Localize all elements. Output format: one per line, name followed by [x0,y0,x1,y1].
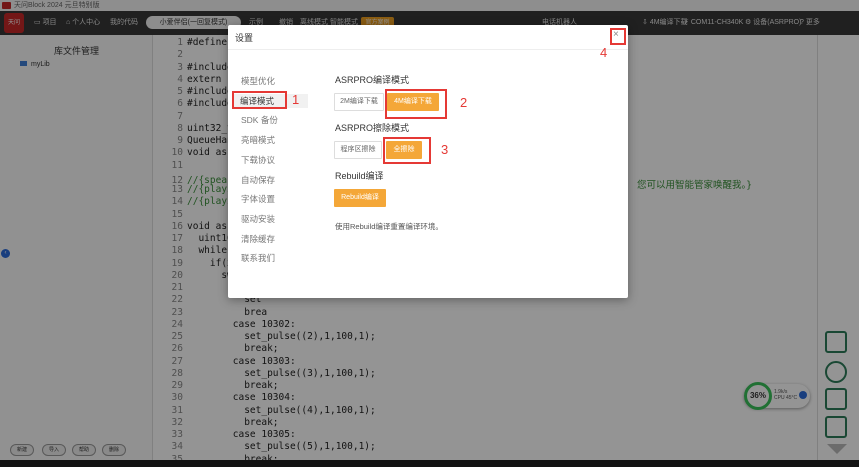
annotation-1: 1 [292,92,300,107]
compile-mode-title: ASRPRO编译模式 [335,75,410,85]
nav-sdk-backup[interactable]: SDK 备份 [241,113,278,127]
nav-model-optimize[interactable]: 模型优化 [241,74,275,88]
nav-theme-mode[interactable]: 亮暗模式 [241,133,275,147]
compile-2m-button[interactable]: 2M编译下载 [334,93,384,111]
nav-highlight-box [232,91,287,109]
nav-download-protocol[interactable]: 下载协议 [241,153,275,167]
compile-highlight-box [385,89,447,119]
erase-mode-title: ASRPRO擦除模式 [335,123,410,133]
nav-contact-us[interactable]: 联系我们 [241,251,275,265]
erase-program-button[interactable]: 程序区擦除 [334,141,382,159]
annotation-2: 2 [460,95,468,110]
close-icon[interactable]: × [613,29,619,40]
rebuild-title: Rebuild编译 [335,171,384,181]
nav-clear-cache[interactable]: 清除缓存 [241,232,275,246]
rebuild-hint: 使用Rebuild编译重置编译环境。 [335,222,443,231]
settings-dialog: 设置 × 模型优化 编译模式 SDK 备份 亮暗模式 下载协议 自动保存 字体设… [228,25,628,298]
dialog-divider [228,49,628,50]
annotation-3: 3 [441,142,449,157]
nav-font-settings[interactable]: 字体设置 [241,192,275,206]
erase-highlight-box [383,137,431,164]
dialog-title: 设置 [235,33,254,43]
nav-auto-save[interactable]: 自动保存 [241,173,275,187]
nav-driver-install[interactable]: 驱动安装 [241,212,275,226]
rebuild-button[interactable]: Rebuild编译 [334,189,386,207]
annotation-4: 4 [600,45,608,60]
